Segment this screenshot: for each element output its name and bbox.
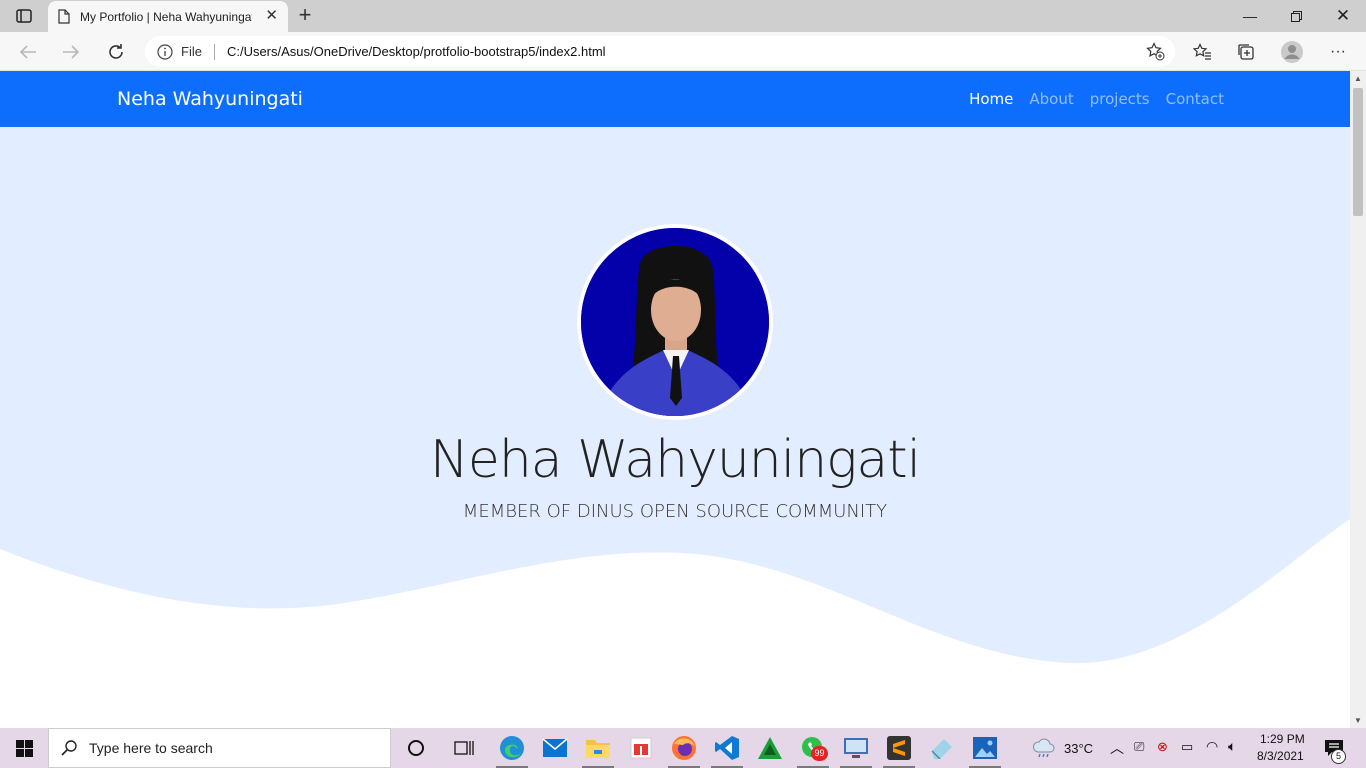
weather-temperature: 33°C	[1064, 741, 1094, 756]
restore-button[interactable]	[1273, 0, 1319, 32]
restore-icon	[1290, 10, 1302, 22]
green-triangle-icon	[758, 737, 782, 759]
volume-icon[interactable]: 🔈︎	[1228, 738, 1236, 755]
taskbar-search[interactable]: Type here to search	[48, 728, 391, 768]
nav-links: Home About projects Contact	[953, 90, 1224, 108]
taskbar-notes-app[interactable]	[928, 734, 956, 762]
close-window-button[interactable]: ✕	[1320, 0, 1366, 32]
edge-icon	[500, 736, 524, 760]
windows-logo-icon	[15, 739, 33, 757]
favorites-icon	[1192, 43, 1211, 60]
back-button[interactable]	[14, 38, 42, 66]
navbar-brand[interactable]: Neha Wahyuningati	[117, 88, 303, 110]
notification-count-badge: 5	[1331, 749, 1346, 764]
more-options-button[interactable]: ···	[1324, 38, 1352, 66]
show-hidden-icons-chevron-icon[interactable]: ︿	[1110, 738, 1124, 758]
tab-title: My Portfolio | Neha Wahyuningati	[80, 9, 252, 24]
page-icon	[58, 9, 70, 24]
vscode-icon	[715, 736, 739, 760]
firefox-icon	[672, 736, 696, 760]
scroll-thumb[interactable]	[1353, 88, 1363, 216]
browser-toolbar: File C:/Users/Asus/OneDrive/Desktop/prot…	[0, 32, 1366, 71]
hero-subtitle: MEMBER OF DINUS OPEN SOURCE COMMUNITY	[462, 501, 888, 522]
search-placeholder: Type here to search	[89, 740, 213, 756]
profile-photo	[577, 224, 773, 420]
minimize-button[interactable]: —	[1227, 0, 1273, 32]
url-text[interactable]: C:/Users/Asus/OneDrive/Desktop/protfolio…	[227, 44, 606, 59]
taskbar-edge[interactable]	[498, 734, 526, 762]
search-icon	[61, 740, 77, 756]
address-separator	[213, 43, 215, 60]
nav-link-home[interactable]: Home	[969, 90, 1013, 108]
task-view-icon	[454, 741, 474, 755]
whatsapp-badge: 99	[811, 746, 828, 761]
refresh-button[interactable]	[102, 38, 130, 66]
collections-icon	[1238, 44, 1254, 60]
hero-name: Neha Wahyuningati	[429, 430, 921, 490]
favorites-button[interactable]	[1188, 38, 1216, 66]
wave-divider	[0, 519, 1350, 728]
clock-date[interactable]: 8/3/2021	[1257, 749, 1304, 763]
taskbar-mail[interactable]	[541, 734, 569, 762]
taskbar-vscode[interactable]	[713, 734, 741, 762]
tab-strip: My Portfolio | Neha Wahyuningati ✕ + — ✕	[0, 0, 1366, 32]
weather-cloud-icon	[1032, 738, 1055, 758]
taskbar-photos[interactable]	[971, 734, 999, 762]
taskbar-file-explorer[interactable]	[584, 734, 612, 762]
weather-widget[interactable]	[1030, 734, 1058, 762]
navbar: Neha Wahyuningati Home About projects Co…	[0, 71, 1350, 127]
nav-link-projects[interactable]: projects	[1090, 90, 1150, 108]
tab-actions-button[interactable]	[10, 6, 38, 26]
eraser-icon	[931, 739, 952, 759]
wifi-icon[interactable]: ◠	[1206, 738, 1218, 755]
address-bar[interactable]: File C:/Users/Asus/OneDrive/Desktop/prot…	[145, 36, 1175, 67]
network-error-icon[interactable]: ⊗	[1157, 739, 1168, 755]
taskbar-green-app[interactable]	[756, 734, 784, 762]
profile-portrait-image	[581, 228, 769, 416]
refresh-icon	[109, 44, 123, 59]
taskbar-store[interactable]	[627, 734, 655, 762]
taskbar-screen-app[interactable]	[842, 734, 870, 762]
tab-close-icon[interactable]: ✕	[265, 8, 278, 24]
start-button[interactable]	[0, 728, 48, 768]
hero-section: Neha Wahyuningati MEMBER OF DINUS OPEN S…	[0, 127, 1350, 728]
monitor-icon	[844, 738, 868, 758]
avatar-icon	[1281, 41, 1303, 63]
photos-icon	[973, 737, 997, 759]
windows-taskbar: Type here to search 99 33°C ︿ ⎚ ⊗ ▭ ◠ 🔈︎…	[0, 728, 1366, 768]
clock-time[interactable]: 1:29 PM	[1260, 732, 1305, 746]
page-viewport: Neha Wahyuningati MEMBER OF DINUS OPEN S…	[0, 71, 1350, 728]
add-favorite-icon[interactable]	[1146, 42, 1165, 61]
page-scrollbar[interactable]: ▲ ▼	[1350, 71, 1366, 728]
scroll-down-icon[interactable]: ▼	[1354, 716, 1362, 725]
battery-icon[interactable]: ▭	[1181, 739, 1193, 755]
taskbar-sublime[interactable]	[885, 734, 913, 762]
scroll-up-icon[interactable]: ▲	[1354, 74, 1362, 83]
nav-link-contact[interactable]: Contact	[1166, 90, 1224, 108]
folder-icon	[586, 740, 610, 758]
mail-icon	[542, 738, 568, 757]
taskbar-firefox[interactable]	[670, 734, 698, 762]
browser-tab[interactable]: My Portfolio | Neha Wahyuningati ✕	[48, 1, 288, 32]
sublime-icon	[887, 736, 911, 760]
collections-button[interactable]	[1232, 38, 1260, 66]
new-tab-button[interactable]: +	[294, 4, 316, 27]
info-icon[interactable]	[157, 43, 173, 60]
profile-button[interactable]	[1278, 38, 1306, 66]
forward-arrow-icon	[63, 45, 80, 59]
meet-now-icon[interactable]: ⎚	[1134, 739, 1144, 755]
back-arrow-icon	[19, 45, 36, 59]
nav-link-about[interactable]: About	[1029, 90, 1073, 108]
task-view-button[interactable]	[450, 734, 478, 762]
cortana-button[interactable]	[402, 734, 430, 762]
tab-actions-icon	[16, 9, 32, 23]
forward-button[interactable]	[57, 38, 85, 66]
cortana-icon	[408, 740, 424, 756]
gift-icon	[630, 737, 652, 759]
file-label: File	[181, 44, 202, 59]
